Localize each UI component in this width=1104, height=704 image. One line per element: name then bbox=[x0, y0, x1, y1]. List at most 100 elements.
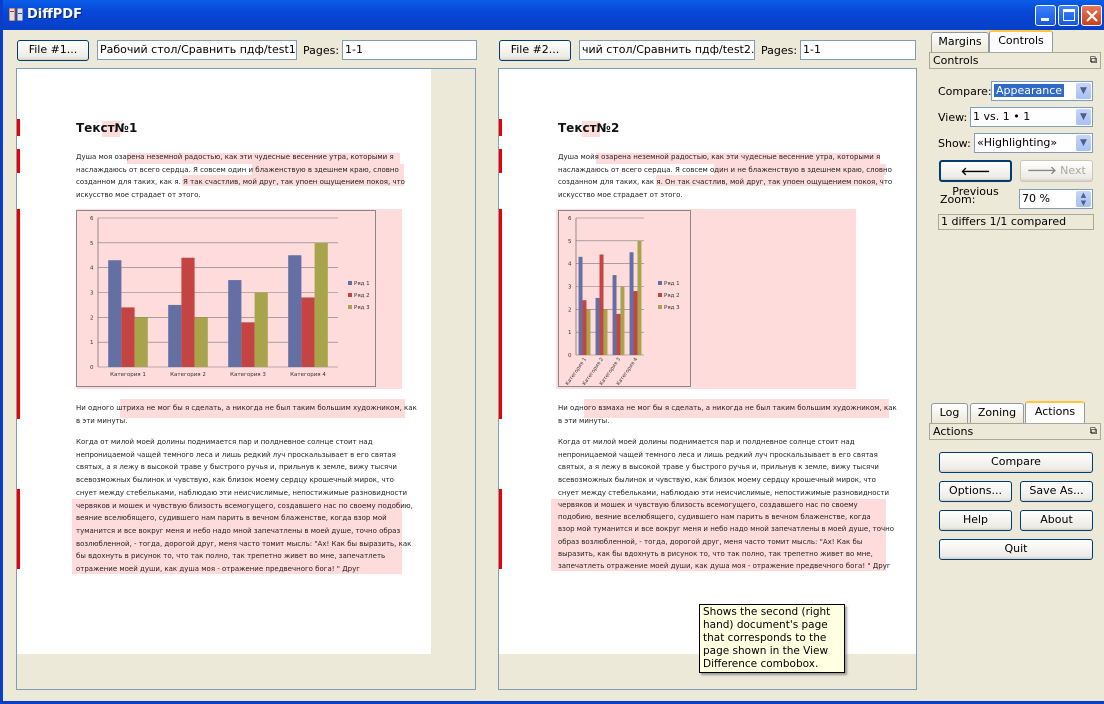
diff-marker bbox=[499, 399, 502, 419]
float-icon[interactable]: ⧉ bbox=[1090, 53, 1097, 68]
y-tick-label: 0 bbox=[568, 353, 572, 359]
zoom-label: Zoom: bbox=[940, 193, 976, 206]
diff-marker bbox=[17, 209, 20, 399]
bar bbox=[301, 297, 315, 367]
minimize-icon bbox=[1041, 18, 1049, 21]
maximize-button[interactable] bbox=[1058, 5, 1079, 26]
arrow-right-icon: 🡒 bbox=[1027, 164, 1057, 177]
bar bbox=[599, 254, 604, 355]
controls-header-label: Controls bbox=[933, 54, 979, 67]
options-button[interactable]: Options... bbox=[939, 481, 1012, 502]
bar bbox=[314, 242, 328, 367]
diff-marker bbox=[17, 399, 20, 419]
legend-label: Ряд 2 bbox=[354, 293, 370, 299]
left-page-view[interactable]: Текст№1 Душа моя озарена неземной радост… bbox=[16, 68, 476, 690]
legend-swatch bbox=[658, 281, 662, 285]
close-icon bbox=[1086, 10, 1098, 22]
show-select[interactable]: «Highlighting» ▼ bbox=[974, 133, 1093, 153]
right-page: Текст№2 Душа мойя озарена неземной радос… bbox=[499, 69, 916, 654]
legend-label: Ряд 2 bbox=[664, 293, 680, 299]
doc-title: Текст№1 bbox=[76, 121, 138, 135]
minimize-button[interactable] bbox=[1035, 5, 1056, 26]
tab-actions[interactable]: Actions bbox=[1025, 401, 1085, 423]
next-label: Next bbox=[1060, 164, 1086, 177]
bar bbox=[181, 257, 195, 367]
file2-button[interactable]: File #2... bbox=[499, 40, 571, 61]
bar bbox=[603, 309, 608, 355]
legend-label: Ряд 1 bbox=[664, 281, 680, 287]
y-tick-label: 1 bbox=[568, 330, 572, 336]
bar bbox=[595, 297, 600, 355]
legend-swatch bbox=[658, 293, 662, 297]
zoom-value: 70 % bbox=[1022, 192, 1050, 205]
doc-paragraph: Ни одного взмаха не мог бы я сделать, а … bbox=[558, 404, 897, 425]
zoom-spinbox[interactable]: 70 % ▲ ▼ bbox=[1019, 189, 1093, 209]
bar bbox=[616, 313, 621, 355]
tab-margins[interactable]: Margins bbox=[931, 32, 989, 52]
quit-button[interactable]: Quit bbox=[939, 539, 1093, 560]
y-tick-label: 6 bbox=[90, 216, 94, 222]
main-window: DiffPDF File #1... Рабочий стол/Сравнить… bbox=[0, 0, 1104, 704]
about-button[interactable]: About bbox=[1020, 510, 1093, 531]
pages1-label: Pages: bbox=[303, 44, 340, 57]
y-tick-label: 4 bbox=[90, 266, 94, 272]
next-button[interactable]: 🡒 Next bbox=[1020, 160, 1093, 182]
y-tick-label: 5 bbox=[568, 239, 572, 245]
compare-button[interactable]: Compare bbox=[939, 452, 1093, 473]
save-as-button[interactable]: Save As... bbox=[1020, 481, 1093, 502]
file2-path-input[interactable]: чий стол/Сравнить пдф/test2.pdf bbox=[579, 40, 755, 60]
maximize-icon bbox=[1063, 9, 1075, 21]
chevron-down-icon: ▼ bbox=[1076, 109, 1091, 125]
doc-paragraph: Душа мойя озарена неземной радостью, как… bbox=[558, 153, 893, 200]
y-tick-label: 3 bbox=[568, 285, 572, 291]
bar bbox=[194, 317, 208, 367]
float-icon[interactable]: ⧉ bbox=[1090, 424, 1097, 439]
bar bbox=[586, 309, 591, 355]
bar-chart: 0123456Категория 1Категория 2Категория 3… bbox=[558, 210, 691, 387]
pages2-input[interactable]: 1-1 bbox=[800, 40, 916, 60]
actions-dock-header: Actions ⧉ bbox=[929, 423, 1101, 440]
bar bbox=[633, 291, 638, 355]
bar bbox=[134, 317, 148, 367]
spin-arrows-icon[interactable]: ▲ ▼ bbox=[1076, 191, 1091, 207]
doc-paragraph: Когда от милой моей долины поднимается п… bbox=[76, 438, 413, 574]
left-page: Текст№1 Душа моя озарена неземной радост… bbox=[17, 69, 431, 654]
doc-paragraph: Ни одного штриха не мог бы я сделать, а … bbox=[76, 404, 417, 425]
bar bbox=[629, 252, 634, 355]
y-tick-label: 1 bbox=[90, 340, 94, 346]
controls-dock-header: Controls ⧉ bbox=[929, 52, 1101, 69]
previous-button[interactable]: 🡐 Previous bbox=[939, 160, 1012, 198]
file1-button[interactable]: File #1... bbox=[17, 40, 89, 61]
bar bbox=[168, 304, 182, 367]
title-bar: DiffPDF bbox=[3, 0, 1104, 30]
tooltip: Shows the second (right hand) document's… bbox=[699, 604, 845, 673]
diff-marker bbox=[499, 149, 502, 173]
legend-swatch bbox=[348, 293, 352, 297]
legend-label: Ряд 1 bbox=[354, 281, 370, 287]
status-label: 1 differs 1/1 compared bbox=[938, 214, 1094, 230]
compare-value: Appearance bbox=[994, 84, 1065, 97]
x-tick-label: Категория 1 bbox=[110, 372, 146, 378]
y-tick-label: 2 bbox=[568, 307, 572, 313]
file1-path-input[interactable]: Рабочий стол/Сравнить пдф/test1.pdf bbox=[97, 40, 297, 60]
view-select[interactable]: 1 vs. 1 • 1 ▼ bbox=[970, 107, 1093, 127]
y-tick-label: 2 bbox=[90, 315, 94, 321]
app-icon bbox=[9, 8, 23, 21]
tab-zoning[interactable]: Zoning bbox=[970, 403, 1024, 423]
bar bbox=[254, 292, 268, 367]
bar bbox=[620, 286, 625, 355]
pages1-input[interactable]: 1-1 bbox=[342, 40, 477, 60]
tab-log[interactable]: Log bbox=[931, 403, 968, 423]
tab-controls[interactable]: Controls bbox=[989, 30, 1053, 52]
legend-label: Ряд 3 bbox=[664, 305, 680, 311]
help-button[interactable]: Help bbox=[939, 510, 1012, 531]
bar bbox=[241, 322, 255, 367]
close-button[interactable] bbox=[1081, 5, 1102, 26]
bar bbox=[582, 300, 587, 355]
bar bbox=[578, 256, 583, 355]
right-page-view[interactable]: Текст№2 Душа мойя озарена неземной радос… bbox=[498, 68, 917, 690]
compare-select[interactable]: Appearance ▼ bbox=[991, 81, 1093, 101]
x-tick-label: Категория 3 bbox=[230, 372, 266, 378]
pages2-label: Pages: bbox=[761, 44, 798, 57]
diff-marker bbox=[499, 489, 502, 569]
